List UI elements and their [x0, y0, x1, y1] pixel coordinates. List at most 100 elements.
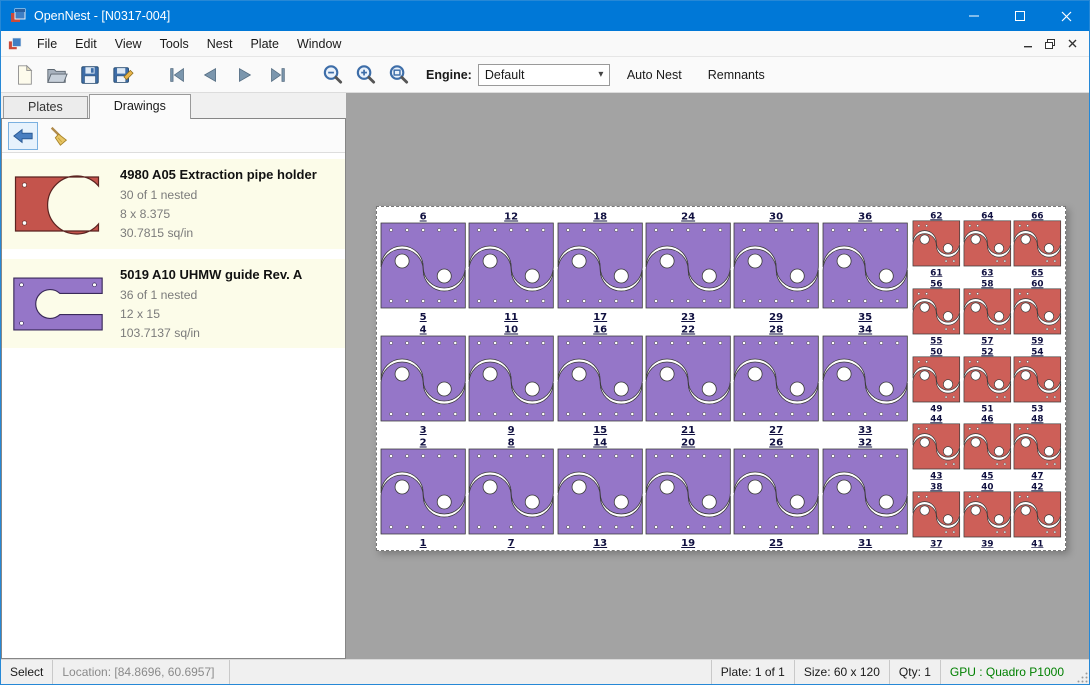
go-last-button[interactable] [262, 60, 292, 90]
red-part-pair[interactable]: 5049 [911, 345, 962, 413]
mdi-minimize-button[interactable] [1017, 34, 1039, 54]
red-part-pair[interactable]: 5857 [962, 277, 1013, 345]
minimize-button[interactable] [951, 1, 997, 31]
purple-part-pair[interactable]: 109 [467, 322, 555, 435]
main-toolbar: Engine: Default ▾ Auto Nest Remnants [1, 57, 1089, 93]
tab-drawings[interactable]: Drawings [89, 94, 191, 119]
purple-part-pair[interactable]: 2827 [732, 322, 820, 435]
red-part-pair[interactable]: 6665 [1012, 209, 1063, 277]
red-part-pair[interactable]: 5251 [962, 345, 1013, 413]
purple-part-pair[interactable]: 1211 [467, 209, 555, 322]
go-previous-button[interactable] [196, 60, 226, 90]
menu-item-window[interactable]: Window [288, 33, 350, 55]
red-part-pair[interactable]: 4847 [1012, 412, 1063, 480]
purple-part-pair[interactable]: 1413 [556, 435, 644, 548]
new-button[interactable] [9, 60, 39, 90]
svg-text:9: 9 [508, 425, 515, 435]
new-document-icon [13, 64, 35, 86]
maximize-button[interactable] [997, 1, 1043, 31]
open-button[interactable] [42, 60, 72, 90]
purple-part-pair[interactable]: 2423 [644, 209, 732, 322]
purple-part-pair[interactable]: 65 [379, 209, 467, 322]
go-next-button[interactable] [229, 60, 259, 90]
menu-item-edit[interactable]: Edit [66, 33, 106, 55]
purple-part-pair[interactable]: 43 [379, 322, 467, 435]
red-part-pair[interactable]: 4241 [1012, 480, 1063, 548]
mdi-close-button[interactable] [1061, 34, 1083, 54]
svg-text:24: 24 [681, 212, 695, 223]
clear-parts-button[interactable] [44, 122, 74, 150]
red-part-pair[interactable]: 3837 [911, 480, 962, 548]
mdi-document-icon[interactable] [8, 37, 22, 51]
go-first-button[interactable] [163, 60, 193, 90]
tab-plates[interactable]: Plates [3, 96, 88, 118]
purple-part-pair[interactable]: 87 [467, 435, 555, 548]
purple-part-pair[interactable]: 1817 [556, 209, 644, 322]
nest-canvas[interactable]: 6512111817242330293635431091615222128273… [346, 93, 1089, 659]
menu-item-tools[interactable]: Tools [151, 33, 198, 55]
status-mode: Select [1, 660, 53, 684]
red-part-pair[interactable]: 4443 [911, 412, 962, 480]
uhmw-guide-thumbnail [10, 265, 112, 343]
svg-text:21: 21 [681, 425, 695, 435]
pipe-holder-thumbnail [10, 165, 112, 243]
red-part-pair[interactable]: 4039 [962, 480, 1013, 548]
return-part-button[interactable] [8, 122, 38, 150]
menu-item-nest[interactable]: Nest [198, 33, 242, 55]
purple-part-pair[interactable]: 3433 [821, 322, 909, 435]
remnants-button[interactable]: Remnants [699, 63, 774, 87]
purple-part-pair[interactable]: 3231 [821, 435, 909, 548]
red-part-pair[interactable]: 5655 [911, 277, 962, 345]
engine-select[interactable]: Default ▾ [478, 64, 610, 86]
purple-part-pair[interactable]: 2221 [644, 322, 732, 435]
zoom-out-button[interactable] [317, 60, 347, 90]
status-location: Location: [84.8696, 60.6957] [53, 660, 229, 684]
red-part-pair[interactable]: 6463 [962, 209, 1013, 277]
drawing-nested-count: 30 of 1 nested [120, 186, 317, 205]
menu-item-plate[interactable]: Plate [241, 33, 288, 55]
mdi-restore-button[interactable] [1039, 34, 1061, 54]
purple-part-pair[interactable]: 2019 [644, 435, 732, 548]
engine-label: Engine: [426, 68, 472, 82]
purple-part-pair[interactable]: 21 [379, 435, 467, 548]
purple-part-pair[interactable]: 1615 [556, 322, 644, 435]
auto-nest-button[interactable]: Auto Nest [618, 63, 691, 87]
save-button[interactable] [75, 60, 105, 90]
menu-item-view[interactable]: View [106, 33, 151, 55]
menu-item-file[interactable]: File [28, 33, 66, 55]
drawing-item-uhmw-guide[interactable]: 5019 A10 UHMW guide Rev. A 36 of 1 neste… [2, 259, 345, 349]
svg-text:7: 7 [508, 538, 515, 548]
titlebar[interactable]: OpenNest - [N0317-004] [1, 1, 1089, 31]
zoom-in-icon [354, 63, 377, 86]
purple-part-pair[interactable]: 3029 [732, 209, 820, 322]
app-icon [10, 8, 26, 24]
drawing-item-pipe-holder[interactable]: 4980 A05 Extraction pipe holder 30 of 1 … [2, 159, 345, 249]
svg-text:52: 52 [981, 347, 993, 357]
close-button[interactable] [1043, 1, 1089, 31]
window-title: OpenNest - [N0317-004] [34, 9, 170, 23]
drawings-toolbar [2, 119, 345, 153]
close-icon [1061, 11, 1072, 22]
svg-text:36: 36 [858, 212, 872, 223]
svg-text:66: 66 [1032, 211, 1044, 221]
red-part-pair[interactable]: 4645 [962, 412, 1013, 480]
resize-grip[interactable] [1073, 660, 1089, 684]
red-part-pair[interactable]: 5453 [1012, 345, 1063, 413]
svg-text:56: 56 [930, 279, 942, 289]
zoom-in-button[interactable] [350, 60, 380, 90]
purple-part-pair[interactable]: 3635 [821, 209, 909, 322]
svg-text:18: 18 [593, 212, 607, 223]
plate[interactable]: 6512111817242330293635431091615222128273… [376, 206, 1066, 551]
red-part-pair[interactable]: 6261 [911, 209, 962, 277]
svg-text:58: 58 [981, 279, 993, 289]
svg-text:12: 12 [505, 212, 519, 223]
zoom-fit-button[interactable] [383, 60, 413, 90]
red-part-pair[interactable]: 6059 [1012, 277, 1063, 345]
save-as-button[interactable] [108, 60, 138, 90]
svg-text:19: 19 [681, 538, 695, 548]
svg-text:64: 64 [981, 211, 993, 221]
svg-text:53: 53 [1032, 404, 1044, 413]
purple-part-pair[interactable]: 2625 [732, 435, 820, 548]
svg-text:15: 15 [593, 425, 607, 435]
svg-text:59: 59 [1032, 336, 1044, 345]
